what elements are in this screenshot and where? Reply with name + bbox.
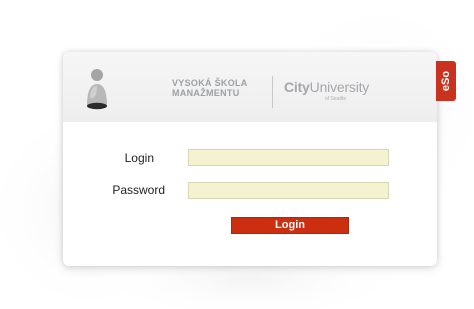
city-university-logo: CityUniversity <box>284 80 369 94</box>
login-button[interactable]: Login <box>231 217 349 234</box>
city-university-name-bold: City <box>284 79 310 95</box>
card-header: VYSOKÁ ŠKOLA MANAŽMENTU CityUniversity o… <box>63 52 437 122</box>
login-card: VYSOKÁ ŠKOLA MANAŽMENTU CityUniversity o… <box>63 52 456 266</box>
school-name-logo: VYSOKÁ ŠKOLA MANAŽMENTU <box>172 78 248 98</box>
city-university-subtitle: of Seattle <box>325 96 347 102</box>
password-label: Password <box>112 183 165 197</box>
eso-tab-label: eSo <box>440 70 452 92</box>
institution-logo: VYSOKÁ ŠKOLA MANAŽMENTU CityUniversity o… <box>172 74 392 114</box>
eso-tab[interactable]: eSo <box>436 61 456 101</box>
city-university-name-regular: University <box>309 79 370 95</box>
logo-divider <box>272 76 273 108</box>
login-label: Login <box>124 151 154 165</box>
password-input[interactable] <box>188 182 389 199</box>
school-name-line1: VYSOKÁ ŠKOLA <box>172 78 248 88</box>
login-input[interactable] <box>188 149 389 166</box>
user-silhouette-icon <box>87 69 107 110</box>
school-name-line2: MANAŽMENTU <box>172 88 240 98</box>
